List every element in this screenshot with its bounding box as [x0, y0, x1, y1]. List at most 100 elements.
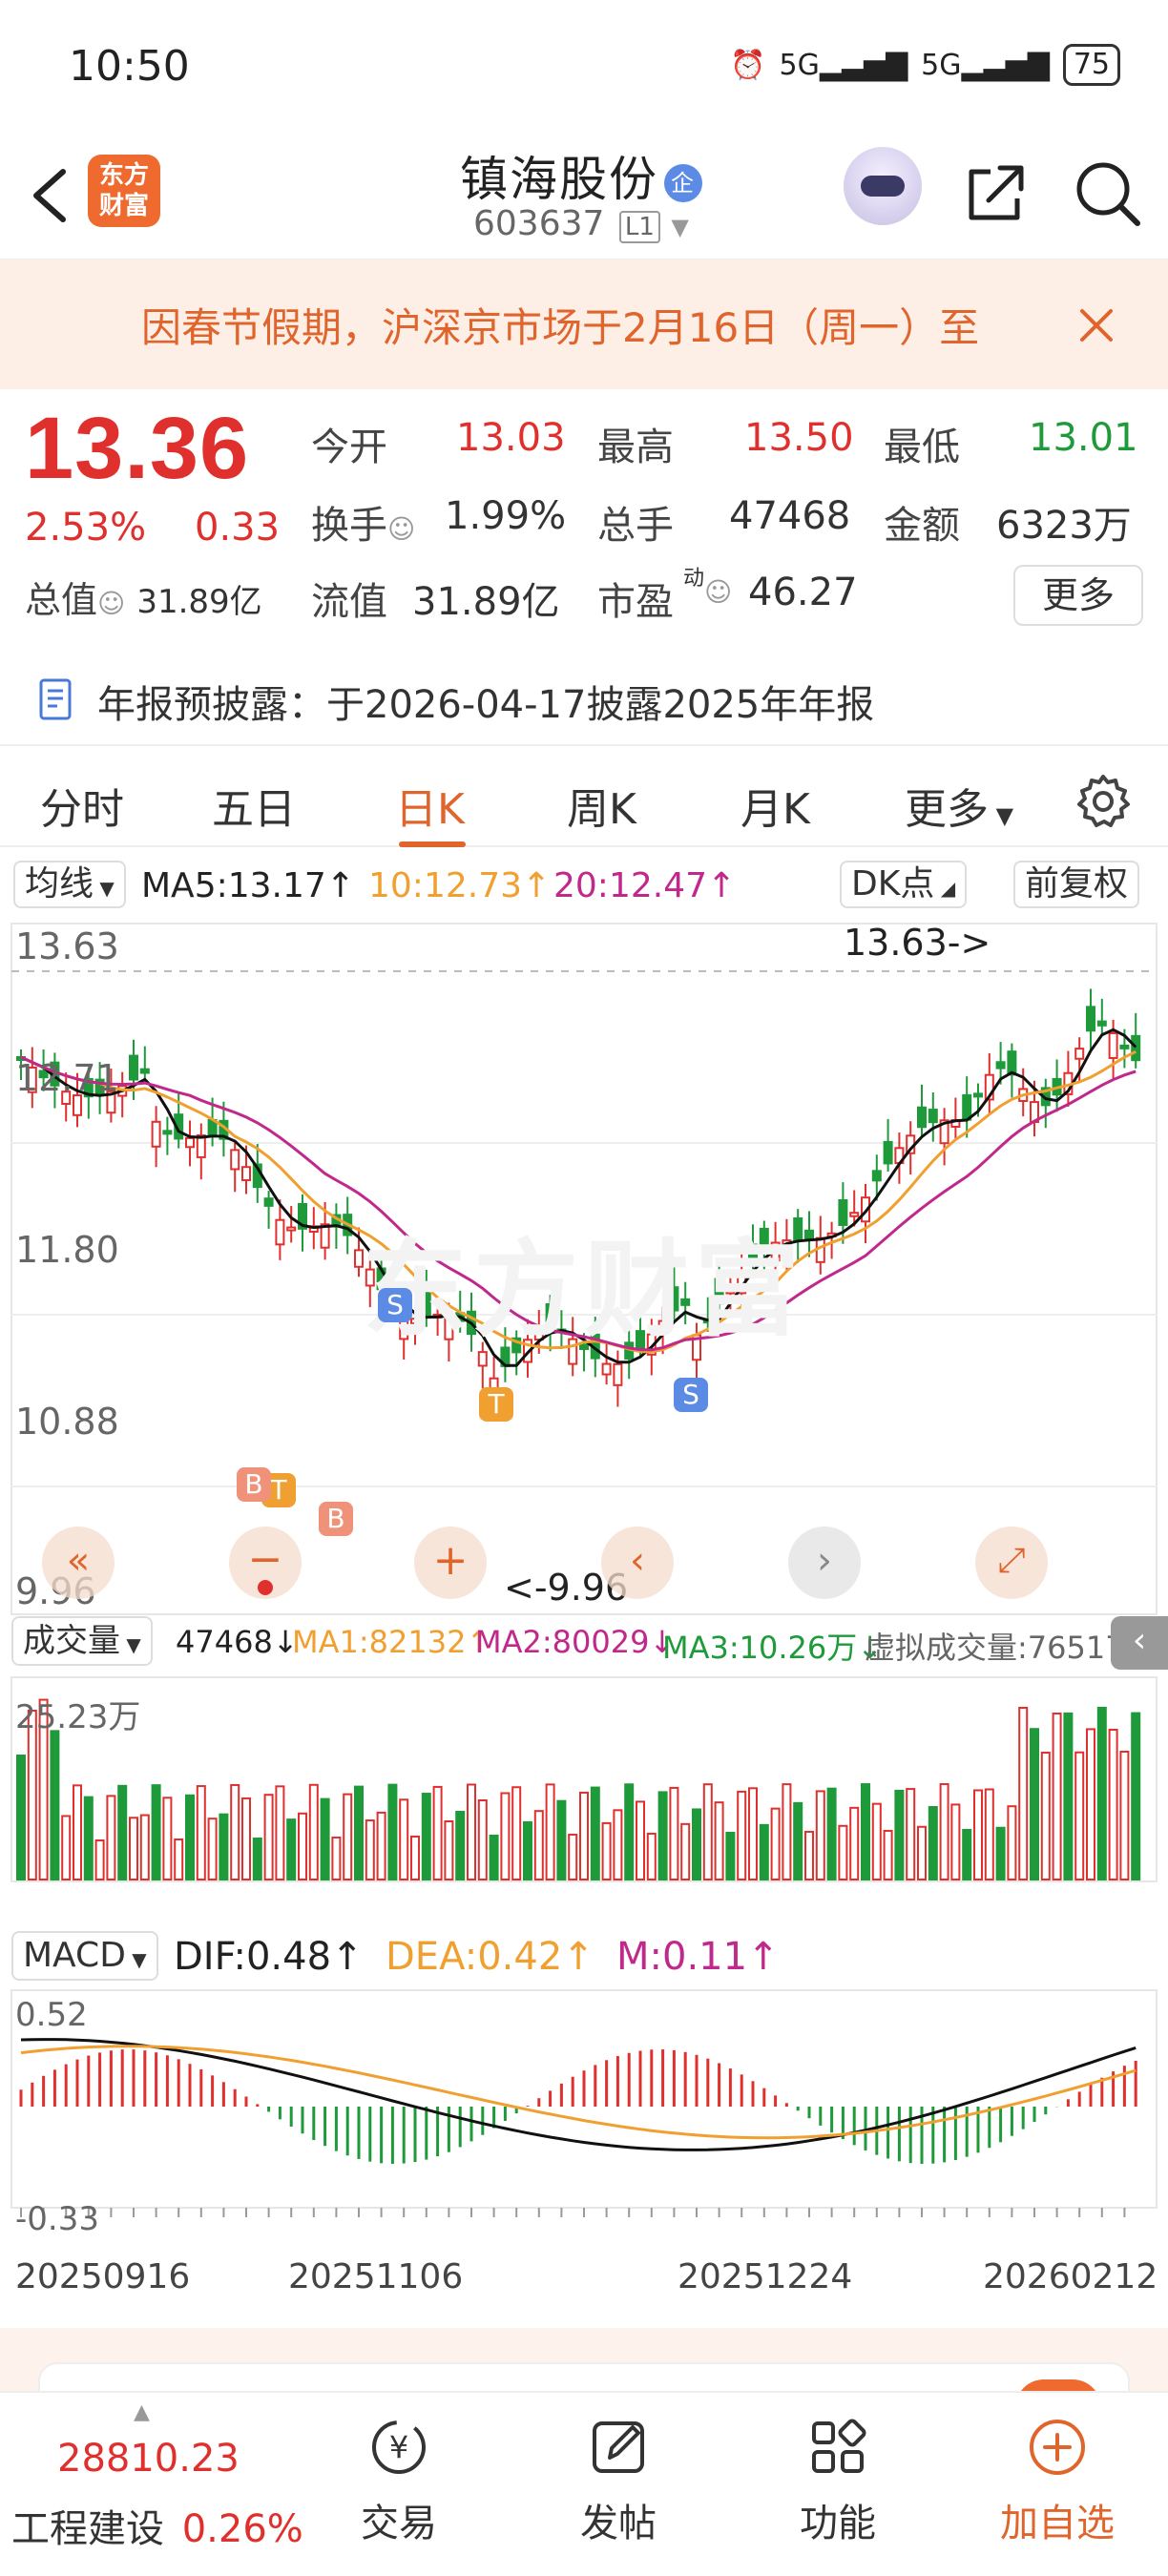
scroll-left-fast-icon[interactable]: «	[42, 1527, 115, 1599]
macd-dif: DIF:0.48↑	[174, 1935, 364, 1979]
ai-assistant-avatar[interactable]	[844, 147, 922, 225]
close-icon[interactable]	[1073, 301, 1120, 349]
signal-icon-2: 5G▂▃▅▇	[921, 48, 1050, 82]
tab-weekly-k[interactable]: 周K	[567, 775, 636, 836]
ma-selector[interactable]: 均线 ▼	[13, 861, 126, 908]
volume-bar	[320, 1797, 330, 1880]
volume-bar	[759, 1823, 769, 1880]
change-amount: 0.33	[195, 506, 281, 550]
volume-bar	[1063, 1712, 1074, 1881]
sell-marker[interactable]: S	[378, 1288, 412, 1322]
zoom-in-icon[interactable]: +	[414, 1527, 487, 1599]
candle-body	[275, 1218, 285, 1246]
dif-line	[20, 2038, 1137, 2151]
search-icon[interactable]	[1071, 156, 1143, 229]
tab-intraday[interactable]: 分时	[40, 775, 124, 836]
macd-selector[interactable]: MACD ▼	[11, 1931, 158, 1981]
volume-bar	[444, 1820, 454, 1881]
back-arrow-icon[interactable]	[25, 162, 82, 229]
vol-ma1: MA1:82132↑	[292, 1624, 492, 1660]
volume-bar	[579, 1791, 589, 1881]
t-marker[interactable]: T	[479, 1387, 513, 1422]
volume-bar	[331, 1836, 342, 1881]
candle-body	[928, 1109, 938, 1124]
volume-bar	[523, 1820, 532, 1880]
volume-bar	[387, 1783, 398, 1881]
scroll-right-icon[interactable]: ›	[788, 1527, 861, 1599]
candle-body	[139, 1068, 150, 1074]
volume-bar	[1018, 1707, 1029, 1880]
tab-monthly-k[interactable]: 月K	[740, 775, 810, 836]
volume-bar	[162, 1797, 173, 1881]
nav-add-watchlist[interactable]: 加自选	[991, 2414, 1124, 2547]
volume-bar	[871, 1802, 882, 1880]
volume-bar	[624, 1783, 635, 1880]
more-quote-button[interactable]: 更多	[1013, 565, 1143, 626]
date-label: 20251224	[678, 2257, 853, 2296]
price-adjust-button[interactable]: 前复权	[1013, 861, 1140, 908]
volume-bar	[286, 1818, 297, 1881]
info-icon[interactable]: ☺	[97, 588, 125, 619]
volume-bar	[533, 1810, 544, 1881]
status-time: 10:50	[69, 42, 190, 91]
tab-five-day[interactable]: 五日	[212, 775, 296, 836]
volume-bar	[343, 1793, 353, 1881]
stock-name: 镇海股份企	[460, 141, 702, 210]
alarm-icon: ⏰	[730, 48, 766, 82]
volume-bar	[636, 1800, 645, 1880]
buy-marker[interactable]: B	[237, 1467, 271, 1502]
open-price: 13.03	[456, 416, 566, 460]
volume-bar	[1096, 1707, 1107, 1880]
document-icon	[39, 678, 72, 720]
annual-report-disclosure[interactable]: 年报预披露：于2026-04-17披露2025年年报	[0, 656, 1168, 742]
market-cap: 31.89亿	[136, 583, 262, 621]
app-logo[interactable]: 东方 财富	[88, 155, 160, 227]
volume-value: 47468↓	[176, 1624, 299, 1660]
volume-bar	[308, 1783, 319, 1881]
fullscreen-icon[interactable]: ⤢	[975, 1527, 1048, 1599]
candle-body	[1131, 1034, 1141, 1062]
candle-body	[162, 1130, 173, 1135]
period-tabs: 分时 五日 日K 周K 月K 更多 ▼	[0, 754, 1168, 847]
candle-body	[241, 1166, 251, 1181]
collapse-panel-icon[interactable]: ‹	[1111, 1616, 1168, 1670]
volume-bar	[511, 1786, 522, 1881]
info-icon[interactable]: ☺	[704, 576, 732, 608]
volume-selector[interactable]: 成交量 ▼	[11, 1616, 153, 1666]
candle-body	[995, 1061, 1006, 1070]
volume-bar	[613, 1809, 623, 1880]
quote-row-1: 今开 13.03 最高 13.50 最低 13.01	[311, 416, 1138, 469]
scroll-left-icon[interactable]: ‹	[601, 1527, 674, 1599]
ma20-value: 20:12.47↑	[553, 866, 737, 905]
holiday-notice-banner[interactable]: 因春节假期，沪深京市场于2月16日（周一）至	[0, 260, 1168, 389]
volume-bar	[973, 1789, 983, 1881]
share-icon[interactable]	[962, 158, 1031, 227]
nav-post[interactable]: 发帖	[552, 2414, 685, 2547]
float-cap: 31.89亿	[412, 580, 560, 624]
low-price: 13.01	[1029, 416, 1138, 460]
index-name: 工程建设 0.26%	[11, 2507, 303, 2551]
quote-row-2: 换手☺ 1.99% 总手 47468 金额 6323万	[311, 494, 1132, 548]
volume-bar	[354, 1785, 364, 1880]
quote-row-3: 总值☺ 31.89亿 流值 31.89亿 市盈 动 ☺ 46.27	[25, 567, 858, 624]
volume-bar	[421, 1793, 431, 1880]
info-icon[interactable]: ☺	[387, 513, 415, 545]
nav-functions[interactable]: 功能	[771, 2414, 905, 2547]
vol-ma2: MA2:80029↓	[475, 1624, 676, 1660]
sell-marker[interactable]: S	[674, 1378, 708, 1412]
macd-axis-min: -0.33	[15, 2200, 99, 2238]
tab-daily-k[interactable]: 日K	[395, 775, 465, 836]
volume-bar	[770, 1807, 781, 1880]
tab-more[interactable]: 更多 ▼	[905, 775, 1013, 836]
status-bar: 10:50 ⏰ 5G▂▃▅▇ 5G▂▃▅▇ 75	[0, 0, 1168, 134]
dk-point-button[interactable]: DK点 ◢	[840, 861, 968, 908]
nav-trade[interactable]: ¥ 交易	[332, 2414, 466, 2547]
volume-bar	[838, 1824, 848, 1880]
gear-icon[interactable]	[1074, 773, 1132, 830]
macd-axis-max: 0.52	[15, 1996, 88, 2034]
volume-bar	[826, 1787, 837, 1880]
stock-code[interactable]: 603637 L1 ▼	[473, 204, 689, 243]
dropdown-triangle-icon: ▼	[671, 214, 689, 240]
buy-marker[interactable]: B	[319, 1502, 353, 1536]
candle-body	[804, 1229, 814, 1241]
